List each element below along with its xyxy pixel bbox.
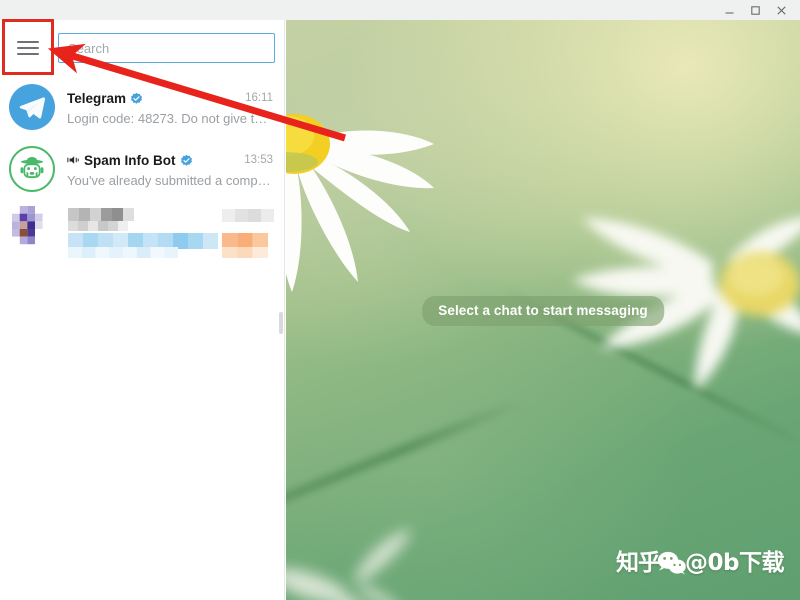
chat-background-image: Select a chat to start messaging 知乎 @0b下… (286, 20, 800, 600)
hamburger-menu-icon (17, 37, 39, 59)
telegram-plane-icon (19, 97, 46, 119)
hamburger-menu-button[interactable] (5, 25, 51, 71)
chat-title: Spam Info Bot (84, 152, 176, 168)
chat-list-scrollbar[interactable] (279, 312, 283, 334)
chat-title: Telegram (67, 90, 127, 106)
muted-speaker-icon (67, 154, 80, 166)
censored-title (68, 208, 134, 221)
daisy-flower-right (572, 217, 800, 390)
watermark: 知乎 @0b下载 (616, 550, 784, 576)
chat-item-header: Spam Info Bot 13:53 (67, 151, 273, 170)
verified-badge-icon (180, 154, 193, 167)
search-input[interactable] (58, 33, 275, 63)
close-button[interactable] (768, 0, 794, 20)
censored-timestamp (222, 209, 274, 222)
search-field-wrapper (58, 33, 275, 63)
censored-avatar (12, 206, 58, 252)
minimize-button[interactable] (716, 0, 742, 20)
censored-preview-lower (68, 247, 178, 258)
chat-preview-text: Login code: 48273. Do not give thi… (67, 110, 273, 126)
chat-item-content: Spam Info Bot 13:53 You've already submi… (67, 151, 275, 188)
chat-preview-text: You've already submitted a comp… (67, 172, 271, 188)
sheriff-robot-icon (20, 157, 44, 178)
chat-item-header: Telegram 16:11 (67, 89, 273, 108)
wechat-icon (657, 550, 687, 576)
chat-timestamp: 13:53 (244, 154, 273, 166)
avatar (9, 84, 55, 130)
maximize-button[interactable] (742, 0, 768, 20)
chat-sidebar: Telegram 16:11 Login code: 48273. Do not… (0, 20, 285, 600)
chat-list-item-telegram[interactable]: Telegram 16:11 Login code: 48273. Do not… (0, 76, 284, 138)
chat-list-item-spam-info-bot[interactable]: Spam Info Bot 13:53 You've already submi… (0, 138, 284, 200)
watermark-suffix: @0b下载 (685, 549, 784, 576)
censored-title-lower (68, 221, 128, 231)
maximize-icon (750, 5, 761, 16)
close-icon (776, 5, 787, 16)
censored-badge-lower (222, 247, 268, 258)
watermark-prefix: 知乎 (616, 549, 661, 576)
daisy-flower-left (286, 114, 434, 292)
chat-list[interactable]: Telegram 16:11 Login code: 48273. Do not… (0, 76, 284, 600)
telegram-desktop-window: Telegram 16:11 Login code: 48273. Do not… (0, 0, 800, 600)
chat-list-item-censored[interactable] (0, 200, 284, 260)
chat-item-content: Telegram 16:11 Login code: 48273. Do not… (67, 89, 275, 126)
chat-main-area: Select a chat to start messaging 知乎 @0b下… (286, 20, 800, 600)
minimize-icon (724, 5, 735, 16)
verified-badge-icon (130, 92, 143, 105)
daisy-flower-bottom (286, 530, 412, 600)
select-chat-placeholder: Select a chat to start messaging (422, 296, 664, 326)
window-controls (716, 0, 794, 20)
avatar (9, 146, 55, 192)
chat-timestamp: 16:11 (245, 92, 273, 104)
sidebar-topbar (0, 20, 284, 76)
window-titlebar (0, 0, 800, 20)
